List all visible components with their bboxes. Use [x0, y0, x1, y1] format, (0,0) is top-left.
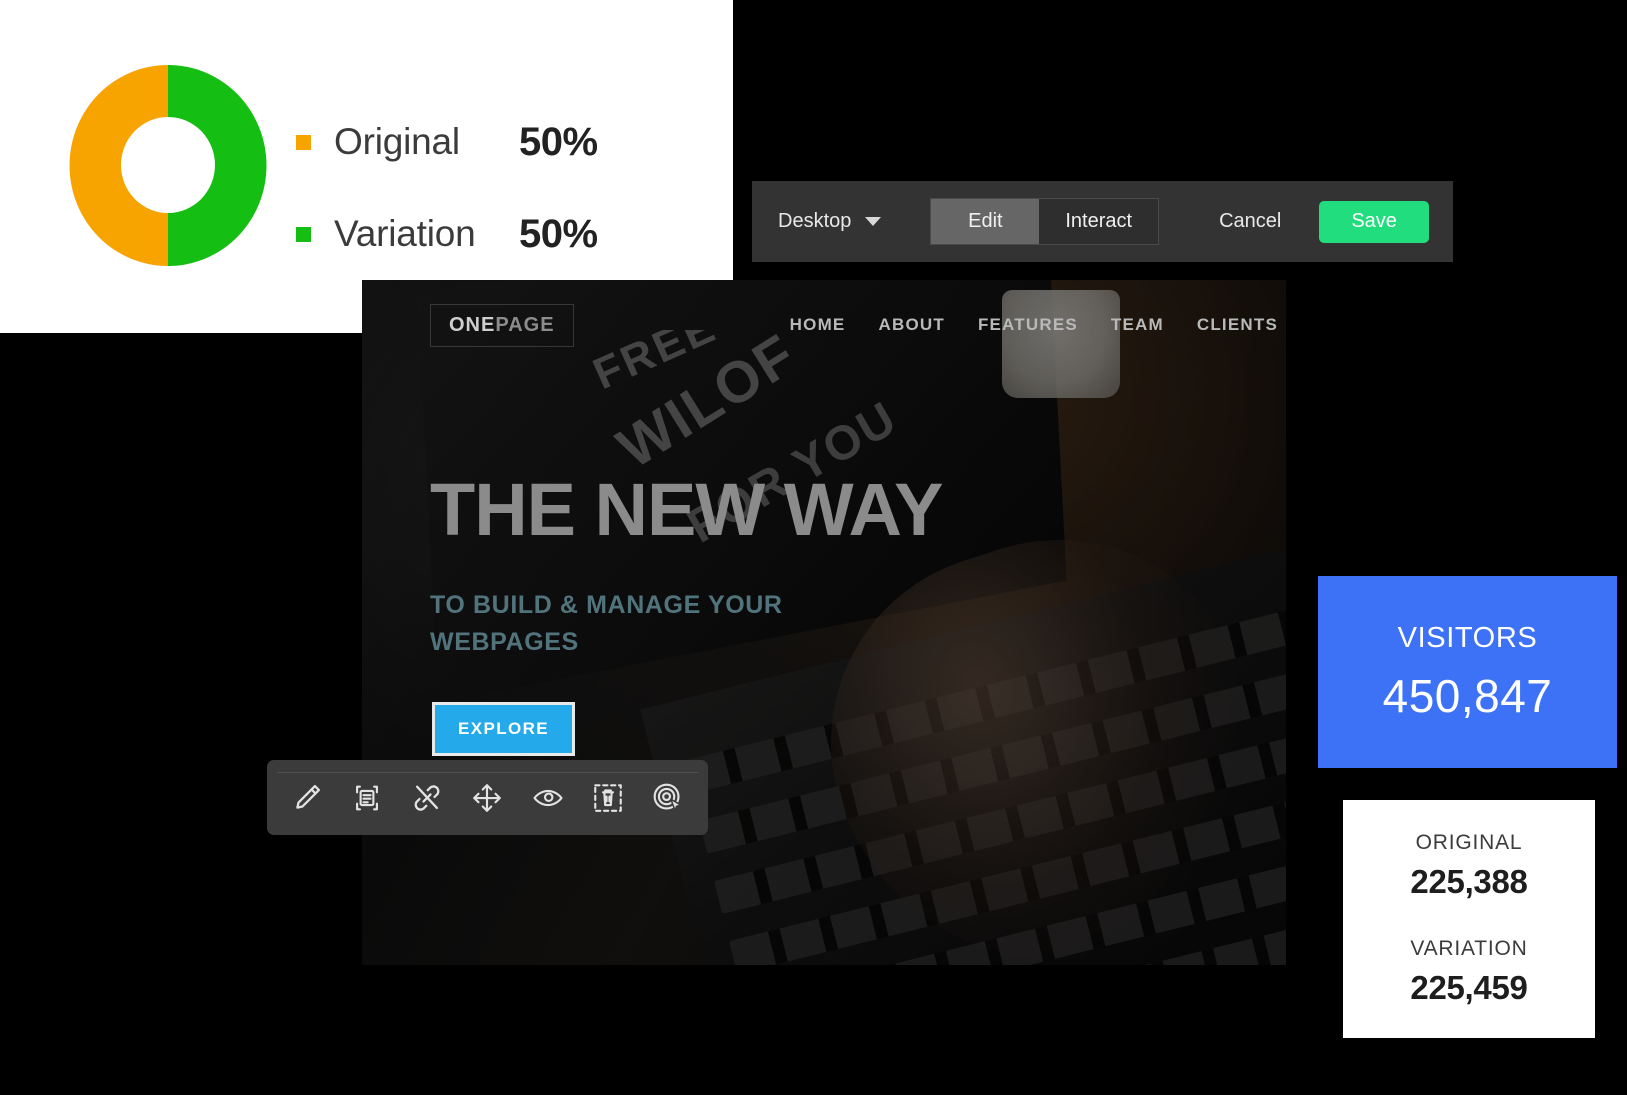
stat-block-variation: VARIATION 225,459: [1410, 937, 1528, 1007]
visitors-card: VISITORS 450,847: [1318, 576, 1617, 768]
website-preview[interactable]: FREE WILOF FOR YOU ONEPAGE HOME ABOUT FE…: [362, 280, 1286, 965]
stat-label-variation: VARIATION: [1410, 937, 1528, 960]
hero-subtitle: TO BUILD & MANAGE YOUR WEBPAGES: [430, 591, 783, 656]
element-edit-toolbar: [267, 760, 708, 835]
site-logo-bold: ONE: [449, 313, 496, 336]
stat-label-original: ORIGINAL: [1415, 831, 1523, 854]
site-navbar: ONEPAGE HOME ABOUT FEATURES TEAM CLIENTS: [362, 290, 1286, 360]
device-select-label: Desktop: [778, 210, 852, 232]
legend-swatch-original: [296, 134, 311, 150]
explore-button[interactable]: EXPLORE: [432, 702, 576, 756]
stat-value-original: 225,388: [1410, 863, 1528, 900]
legend-value-variation: 50%: [519, 211, 598, 256]
variant-stats-card: ORIGINAL 225,388 VARIATION 225,459: [1343, 800, 1595, 1038]
nav-link-clients[interactable]: CLIENTS: [1197, 315, 1278, 335]
donut-slice-variation: [168, 65, 267, 266]
text-box-icon[interactable]: [343, 774, 391, 822]
donut-legend: Original 50% Variation 50%: [296, 96, 696, 280]
legend-row-original: Original 50%: [296, 96, 696, 188]
nav-link-team[interactable]: TEAM: [1111, 315, 1164, 335]
site-logo-light: PAGE: [495, 313, 555, 336]
link-icon[interactable]: [403, 774, 451, 822]
legend-label-variation: Variation: [334, 213, 476, 254]
save-button[interactable]: Save: [1319, 200, 1429, 243]
legend-label-original: Original: [334, 121, 460, 162]
donut-chart: [68, 63, 268, 268]
device-select-dropdown[interactable]: Desktop: [778, 210, 882, 233]
nav-link-features[interactable]: FEATURES: [978, 315, 1078, 335]
screenshot-stage: Original 50% Variation 50% Desktop Edit …: [0, 0, 1627, 1095]
donut-chart-svg: [69, 65, 267, 266]
legend-value-original: 50%: [519, 119, 598, 164]
pencil-icon[interactable]: [283, 774, 331, 822]
donut-slice-original: [69, 65, 168, 266]
hero-section: THE NEW WAY TO BUILD & MANAGE YOUR WEBPA…: [430, 472, 1070, 660]
eye-icon[interactable]: [524, 774, 572, 822]
tab-interact[interactable]: Interact: [1039, 199, 1159, 244]
nav-link-home[interactable]: HOME: [790, 315, 846, 335]
stat-block-original: ORIGINAL 225,388: [1410, 831, 1527, 901]
visitors-value: 450,847: [1382, 669, 1553, 722]
target-click-icon[interactable]: [644, 774, 692, 822]
visitors-label: VISITORS: [1397, 621, 1538, 654]
stat-value-variation: 225,459: [1410, 969, 1528, 1006]
move-icon[interactable]: [463, 774, 511, 822]
site-logo[interactable]: ONEPAGE: [430, 303, 574, 347]
editor-toolbar: Desktop Edit Interact Cancel Save: [752, 181, 1453, 262]
nav-link-about[interactable]: ABOUT: [878, 315, 944, 335]
legend-swatch-variation: [296, 226, 311, 242]
site-nav-links: HOME ABOUT FEATURES TEAM CLIENTS: [790, 315, 1278, 335]
mode-segmented-control: Edit Interact: [930, 198, 1160, 245]
cancel-button[interactable]: Cancel: [1219, 210, 1281, 233]
legend-row-variation: Variation 50%: [296, 188, 696, 280]
tab-edit[interactable]: Edit: [931, 199, 1040, 244]
delete-icon[interactable]: [584, 774, 632, 822]
hero-title: THE NEW WAY: [430, 468, 944, 551]
chevron-down-icon: [865, 217, 882, 226]
